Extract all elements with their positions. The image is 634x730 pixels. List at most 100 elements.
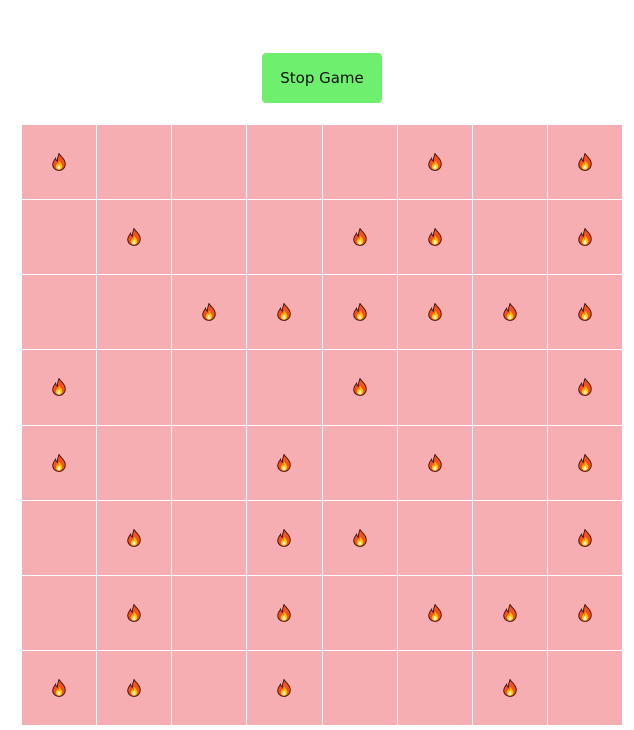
board-cell-r0-c7[interactable]: [547, 125, 622, 200]
board-cell-r1-c2[interactable]: [172, 200, 247, 275]
fire-icon: [427, 603, 443, 622]
board-cell-r5-c7[interactable]: [547, 500, 622, 575]
board-cell-r7-c0[interactable]: [22, 650, 97, 725]
fire-icon: [577, 378, 593, 397]
board-cell-r2-c0[interactable]: [22, 275, 97, 350]
board-cell-r1-c0[interactable]: [22, 200, 97, 275]
board-cell-r0-c0[interactable]: [22, 125, 97, 200]
board-cell-r6-c4[interactable]: [322, 575, 397, 650]
board-cell-r3-c4[interactable]: [322, 350, 397, 425]
fire-icon: [352, 528, 368, 547]
board-cell-r1-c4[interactable]: [322, 200, 397, 275]
board-cell-r2-c3[interactable]: [247, 275, 322, 350]
board-cell-r5-c1[interactable]: [97, 500, 172, 575]
board-cell-r6-c1[interactable]: [97, 575, 172, 650]
board-cell-r1-c1[interactable]: [97, 200, 172, 275]
fire-icon: [276, 603, 292, 622]
board-cell-r2-c5[interactable]: [397, 275, 472, 350]
board-cell-r5-c0[interactable]: [22, 500, 97, 575]
board-cell-r4-c4[interactable]: [322, 425, 397, 500]
board-cell-r2-c2[interactable]: [172, 275, 247, 350]
fire-icon: [352, 228, 368, 247]
board-cell-r5-c2[interactable]: [172, 500, 247, 575]
board-cell-r2-c7[interactable]: [547, 275, 622, 350]
board-cell-r2-c4[interactable]: [322, 275, 397, 350]
fire-icon: [577, 303, 593, 322]
board-cell-r6-c0[interactable]: [22, 575, 97, 650]
board-cell-r4-c7[interactable]: [547, 425, 622, 500]
game-board: [22, 125, 622, 725]
fire-icon: [427, 453, 443, 472]
board-cell-r5-c4[interactable]: [322, 500, 397, 575]
board-cell-r4-c6[interactable]: [472, 425, 547, 500]
board-cell-r7-c1[interactable]: [97, 650, 172, 725]
board-cell-r0-c1[interactable]: [97, 125, 172, 200]
board-cell-r0-c3[interactable]: [247, 125, 322, 200]
board-cell-r1-c3[interactable]: [247, 200, 322, 275]
board-cell-r2-c6[interactable]: [472, 275, 547, 350]
board-cell-r6-c2[interactable]: [172, 575, 247, 650]
fire-icon: [126, 228, 142, 247]
board-cell-r5-c6[interactable]: [472, 500, 547, 575]
fire-icon: [51, 453, 67, 472]
board-cell-r1-c5[interactable]: [397, 200, 472, 275]
board-cell-r0-c2[interactable]: [172, 125, 247, 200]
board-cell-r7-c3[interactable]: [247, 650, 322, 725]
board-cell-r7-c6[interactable]: [472, 650, 547, 725]
fire-icon: [577, 528, 593, 547]
board-cell-r4-c0[interactable]: [22, 425, 97, 500]
fire-icon: [502, 603, 518, 622]
board-cell-r3-c2[interactable]: [172, 350, 247, 425]
board-cell-r3-c0[interactable]: [22, 350, 97, 425]
board-cell-r5-c3[interactable]: [247, 500, 322, 575]
board-cell-r3-c1[interactable]: [97, 350, 172, 425]
fire-icon: [126, 678, 142, 697]
board-cell-r4-c2[interactable]: [172, 425, 247, 500]
board-cell-r7-c2[interactable]: [172, 650, 247, 725]
board-cell-r0-c6[interactable]: [472, 125, 547, 200]
fire-icon: [502, 678, 518, 697]
fire-icon: [577, 228, 593, 247]
fire-icon: [51, 153, 67, 171]
fire-icon: [276, 528, 292, 547]
fire-icon: [427, 153, 443, 171]
board-cell-r5-c5[interactable]: [397, 500, 472, 575]
board-cell-r7-c4[interactable]: [322, 650, 397, 725]
fire-icon: [126, 603, 142, 622]
board-cell-r1-c7[interactable]: [547, 200, 622, 275]
fire-icon: [577, 453, 593, 472]
board-cell-r6-c7[interactable]: [547, 575, 622, 650]
fire-icon: [201, 303, 217, 322]
board-cell-r3-c6[interactable]: [472, 350, 547, 425]
board-cell-r6-c6[interactable]: [472, 575, 547, 650]
board-cell-r7-c7[interactable]: [547, 650, 622, 725]
board-cell-r4-c3[interactable]: [247, 425, 322, 500]
fire-icon: [276, 453, 292, 472]
board-cell-r3-c5[interactable]: [397, 350, 472, 425]
fire-icon: [352, 303, 368, 322]
board-cell-r4-c5[interactable]: [397, 425, 472, 500]
board-cell-r3-c7[interactable]: [547, 350, 622, 425]
fire-icon: [276, 678, 292, 697]
fire-icon: [352, 378, 368, 397]
game-stage: Stop Game: [0, 0, 634, 730]
board-cell-r6-c5[interactable]: [397, 575, 472, 650]
fire-icon: [577, 153, 593, 171]
fire-icon: [126, 528, 142, 547]
board-cell-r2-c1[interactable]: [97, 275, 172, 350]
fire-icon: [577, 603, 593, 622]
board-cell-r1-c6[interactable]: [472, 200, 547, 275]
stop-game-button[interactable]: Stop Game: [262, 53, 382, 103]
board-cell-r0-c5[interactable]: [397, 125, 472, 200]
board-cell-r7-c5[interactable]: [397, 650, 472, 725]
fire-icon: [502, 303, 518, 322]
board-cell-r3-c3[interactable]: [247, 350, 322, 425]
fire-icon: [51, 678, 67, 697]
fire-icon: [276, 303, 292, 322]
fire-icon: [51, 378, 67, 397]
fire-icon: [427, 303, 443, 322]
board-cell-r0-c4[interactable]: [322, 125, 397, 200]
fire-icon: [427, 228, 443, 247]
board-cell-r4-c1[interactable]: [97, 425, 172, 500]
board-cell-r6-c3[interactable]: [247, 575, 322, 650]
